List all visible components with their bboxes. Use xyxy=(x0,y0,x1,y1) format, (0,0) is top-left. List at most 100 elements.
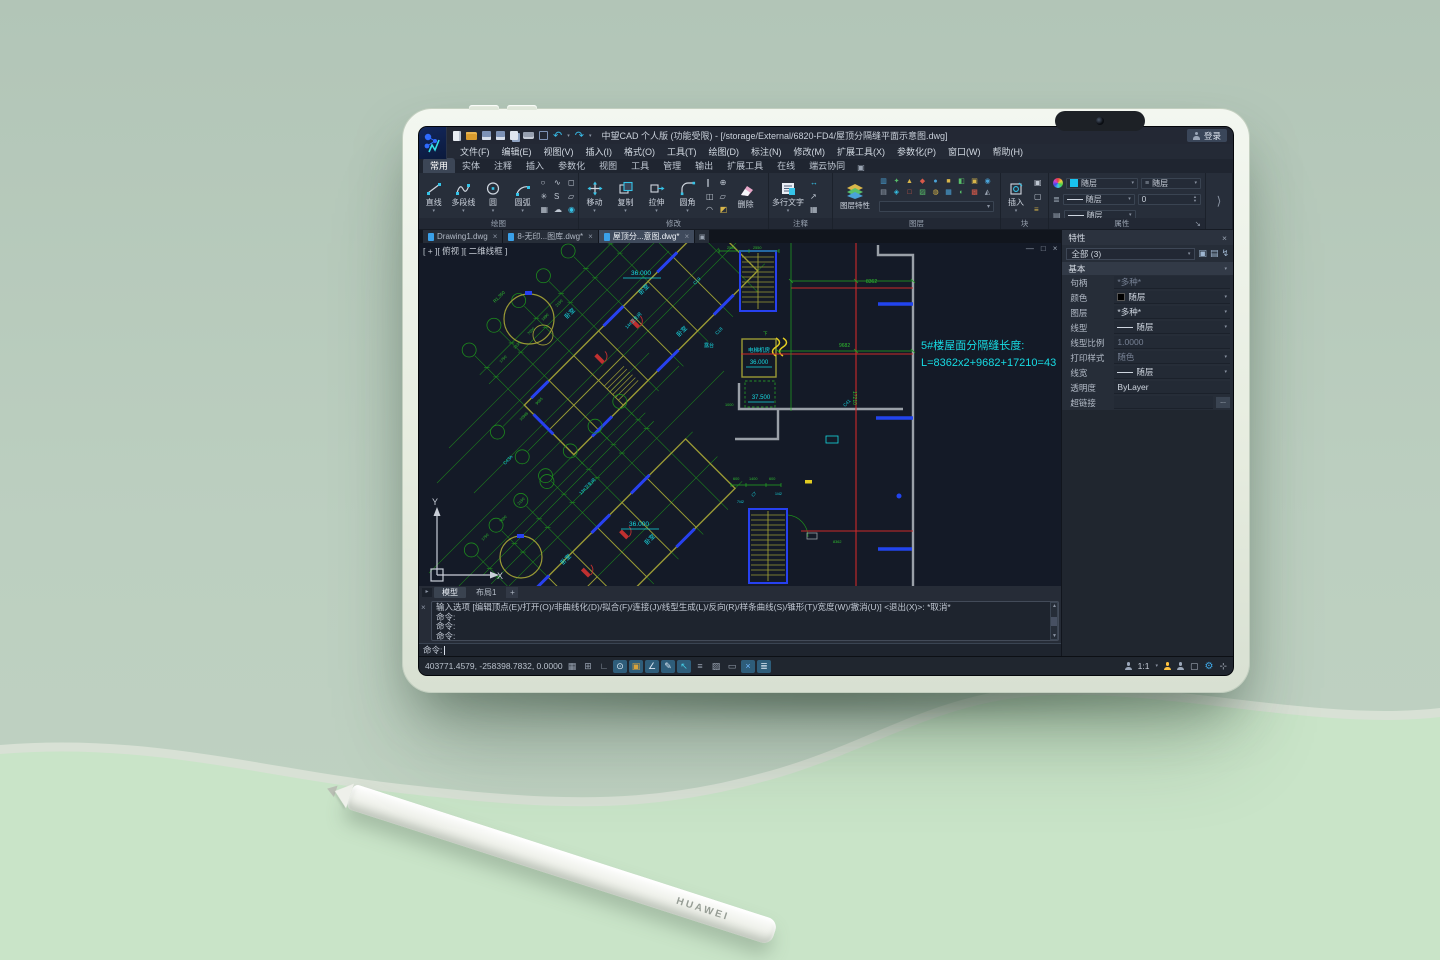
menu-item[interactable]: 编辑(E) xyxy=(497,145,537,158)
color-dropdown[interactable]: 随层 ▾ xyxy=(1066,178,1138,189)
lineweight-dropdown[interactable]: ≡ 随层 ▾ xyxy=(1141,178,1201,189)
line-button[interactable]: 直线▾ xyxy=(419,174,449,219)
menu-item[interactable]: 帮助(H) xyxy=(988,145,1029,158)
menu-item[interactable]: 工具(T) xyxy=(662,145,702,158)
draw-tool-icon[interactable]: ∿ xyxy=(554,176,562,190)
annotation-visibility-icon[interactable] xyxy=(1164,662,1171,670)
status-toggle[interactable]: ⊞ xyxy=(581,660,595,673)
new-file-icon[interactable] xyxy=(453,131,461,141)
block-tool-icon[interactable]: ≡ xyxy=(1034,203,1042,217)
status-toggle[interactable]: ∠ xyxy=(645,660,659,673)
minimize-ribbon-icon[interactable]: ▣ xyxy=(852,163,870,173)
undo-dropdown-icon[interactable]: ▾ xyxy=(567,133,570,139)
status-toggle[interactable]: ∟ xyxy=(597,660,611,673)
ltscale-value[interactable]: 1.0000 xyxy=(1114,336,1230,349)
layer-value-dropdown[interactable]: *多种* ▾ xyxy=(1114,306,1230,319)
doc-tab[interactable]: Drawing1.dwg × xyxy=(423,230,502,243)
block-tool-icon[interactable]: ▣ xyxy=(1034,176,1042,190)
close-tab-icon[interactable]: × xyxy=(588,232,593,241)
login-button[interactable]: 登录 xyxy=(1187,129,1227,142)
circle-button[interactable]: 圆▾ xyxy=(478,174,508,219)
linetype-value-dropdown[interactable]: 随层 ▾ xyxy=(1114,321,1230,334)
status-toggle[interactable]: ≡ xyxy=(693,660,707,673)
layer-dropdown[interactable]: ▾ xyxy=(879,201,994,212)
menu-item[interactable]: 格式(O) xyxy=(619,145,660,158)
redo-dropdown-icon[interactable]: ▾ xyxy=(589,133,592,139)
layout1-tab[interactable]: 布局1 xyxy=(468,587,504,598)
ribbon-tab[interactable]: 输出 xyxy=(688,158,720,173)
annotation-autoadd-icon[interactable] xyxy=(1177,662,1184,670)
draw-tool-icon[interactable]: ◻ xyxy=(568,176,575,190)
cad-drawing[interactable]: 5#楼屋面分隔缝长度:L=8362x2+9682+17210=438362968… xyxy=(419,243,1061,586)
status-toggle[interactable]: ✎ xyxy=(661,660,675,673)
status-toggle[interactable]: ↖ xyxy=(677,660,691,673)
dropdown-icon[interactable]: ▾ xyxy=(433,209,436,213)
annotate-tool-icon[interactable]: ↔ xyxy=(810,176,818,190)
annotate-tool-icon[interactable]: ▦ xyxy=(810,203,818,217)
doc-tab-active[interactable]: 屋顶分...意图.dwg* × xyxy=(599,230,694,243)
layer-tool-icon[interactable]: ◍ xyxy=(929,187,942,198)
layer-tool-icon[interactable]: ▥ xyxy=(877,176,890,187)
modify-tool-icon[interactable]: ◫ xyxy=(706,190,714,204)
draw-tool-icon[interactable]: ☁ xyxy=(554,203,562,217)
close-palette-icon[interactable]: × xyxy=(1222,233,1227,243)
status-toggle[interactable]: ≣ xyxy=(757,660,771,673)
section-basic[interactable]: 基本 ▾ xyxy=(1062,262,1233,275)
modify-tool-icon[interactable]: ▱ xyxy=(720,190,728,204)
layer-tool-icon[interactable]: ◧ xyxy=(955,176,968,187)
draw-tool-icon[interactable]: S xyxy=(554,190,562,204)
command-input[interactable]: 命令: xyxy=(419,643,1061,656)
hyperlink-value[interactable] xyxy=(1114,396,1213,409)
redo-icon[interactable]: ↷ xyxy=(575,131,584,141)
scale-dropdown-icon[interactable]: ▾ xyxy=(1155,664,1158,668)
layout-list-icon[interactable]: ▸ xyxy=(422,588,432,597)
menu-item[interactable]: 标注(N) xyxy=(746,145,787,158)
selection-filter-dropdown[interactable]: 全部 (3) ▾ xyxy=(1066,248,1195,260)
new-document-button[interactable]: ▣ xyxy=(695,230,709,243)
ribbon-tab[interactable]: 插入 xyxy=(519,158,551,173)
dropdown-icon[interactable]: ▾ xyxy=(686,209,689,213)
draw-tool-icon[interactable]: ○ xyxy=(540,176,548,190)
layer-tool-icon[interactable]: ▲ xyxy=(903,176,916,187)
status-toggle[interactable]: ▦ xyxy=(565,660,579,673)
workspace-icon[interactable]: ▢ xyxy=(1190,661,1199,672)
print-icon[interactable] xyxy=(523,132,534,139)
hyperlink-browse-button[interactable]: ... xyxy=(1216,397,1230,408)
drawing-viewport[interactable]: 5#楼屋面分隔缝长度:L=8362x2+9682+17210=438362968… xyxy=(419,243,1061,586)
layer-tool-icon[interactable]: ● xyxy=(929,176,942,187)
dropdown-icon[interactable]: ▾ xyxy=(462,209,465,213)
close-tab-icon[interactable]: × xyxy=(685,232,690,241)
draw-tool-icon[interactable]: ◉ xyxy=(568,203,575,217)
layer-tool-icon[interactable]: ◉ xyxy=(981,176,994,187)
dropdown-icon[interactable]: ▾ xyxy=(492,209,495,213)
close-cmd-icon[interactable]: × xyxy=(421,603,426,612)
panel-label-annotate[interactable]: 注释 xyxy=(769,218,832,229)
dropdown-icon[interactable]: ▾ xyxy=(521,209,524,213)
dropdown-icon[interactable]: ▾ xyxy=(593,209,596,213)
layer-tool-icon[interactable]: ◆ xyxy=(916,176,929,187)
ribbon-tab[interactable]: 管理 xyxy=(656,158,688,173)
layer-tool-icon[interactable]: ▩ xyxy=(968,187,981,198)
add-layout-button[interactable]: + xyxy=(506,587,518,598)
close-tab-icon[interactable]: × xyxy=(493,232,498,241)
restore-doc-icon[interactable]: □ xyxy=(1041,244,1046,253)
layer-tool-icon[interactable]: □ xyxy=(903,187,916,198)
copy-sheets-icon[interactable] xyxy=(510,131,518,140)
ribbon-tab[interactable]: 注释 xyxy=(487,158,519,173)
status-toggle[interactable]: ⊙ xyxy=(613,660,627,673)
draw-tool-icon[interactable]: ✳ xyxy=(540,190,548,204)
layer-tool-icon[interactable]: ■ xyxy=(942,176,955,187)
block-tool-icon[interactable]: ▢ xyxy=(1034,190,1042,204)
ribbon-tab[interactable]: 工具 xyxy=(624,158,656,173)
layer-tool-icon[interactable]: ◭ xyxy=(981,187,994,198)
menu-item[interactable]: 窗口(W) xyxy=(943,145,986,158)
panel-expand-icon[interactable]: ↘ xyxy=(1195,218,1201,229)
ribbon-tab[interactable]: 参数化 xyxy=(551,158,592,173)
undo-icon[interactable]: ↶ xyxy=(553,131,562,141)
modify-tool-icon[interactable]: ∥ xyxy=(706,176,714,190)
copy-button[interactable]: 复制▾ xyxy=(610,174,641,219)
linetype-dropdown[interactable]: 随层 ▾ xyxy=(1063,194,1135,205)
layer-properties-button[interactable]: 图层特性 xyxy=(833,174,877,219)
status-toggle[interactable]: ▨ xyxy=(709,660,723,673)
ribbon-tab[interactable]: 实体 xyxy=(455,158,487,173)
